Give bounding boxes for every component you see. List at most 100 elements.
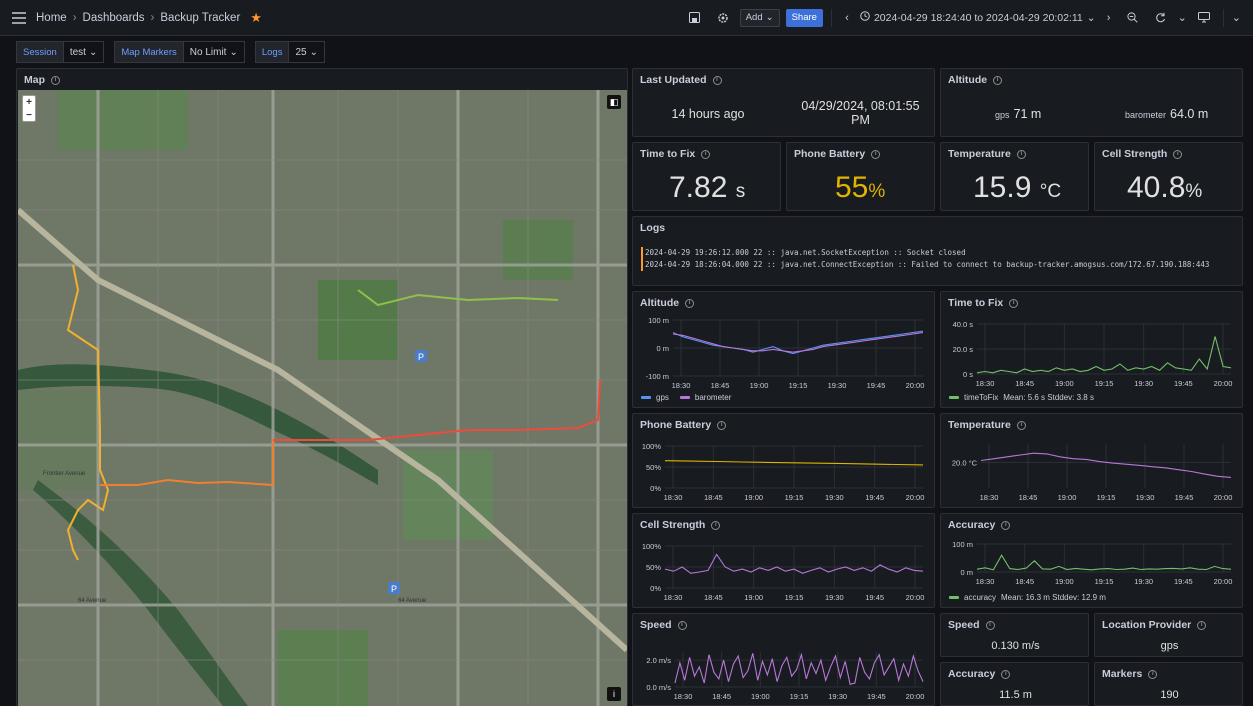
chevron-right-icon: › [72,11,77,24]
speed-chart[interactable]: 2.0 m/s 0.0 m/s18:30 18:45 19:00 19:15 19:30 1… [633,634,934,706]
chevron-down-icon: ⌄ [229,46,238,58]
map-canvas[interactable]: P P 64 Avenue 64 Avenue Frontier Avenue [18,90,627,706]
legend-label[interactable]: barometer [695,393,731,402]
info-icon[interactable]: i [1001,520,1011,530]
breadcrumb-home[interactable]: Home [36,12,67,24]
x-tick-label: 18:45 [1015,577,1034,586]
info-icon[interactable]: i [1173,149,1183,159]
accuracy-chart[interactable]: 100 m 0 m18:30 18:45 19:00 19:15 19:30 19:45 20… [941,536,1242,596]
phone-battery-chart[interactable]: 100% 50% 0%18:30 18:45 19:00 19:15 19:30 19:45 2… [633,436,934,508]
variable-select-map-markers[interactable]: No Limit ⌄ [183,41,245,63]
info-icon[interactable]: i [1009,298,1019,308]
share-button[interactable]: Share [785,8,823,27]
info-icon[interactable]: i [711,520,721,530]
info-icon[interactable]: i [677,620,687,630]
info-icon[interactable]: i [1197,620,1207,630]
info-icon[interactable]: i [985,620,995,630]
info-icon[interactable]: i [712,75,722,85]
x-tick-label: 18:30 [674,692,693,701]
panel-title-text: Phone Battery [794,148,866,160]
chevron-right-icon[interactable]: › [1102,7,1116,29]
save-icon[interactable] [684,7,706,29]
info-icon[interactable]: i [1016,420,1026,430]
info-icon[interactable]: i [1001,669,1011,679]
chevron-right-icon: › [150,11,155,24]
x-tick-label: 19:30 [828,692,847,701]
time-to-fix-chart[interactable]: 40.0 s 20.0 s 0 s18:30 18:45 19:00 19:15 19:30… [941,312,1242,394]
zoom-in-button[interactable]: + [26,96,32,109]
legend-swatch [949,396,959,399]
panel-title: Map i [24,74,60,86]
y-tick-label: 0 m [960,568,973,577]
panel-title: Accuracy i [948,519,1011,531]
variable-select-logs[interactable]: 25 ⌄ [289,41,325,63]
accuracy-chart-panel: Accuracy i 100 m 0 m 18:30 18:45 19:00 19:15 19… [940,513,1243,608]
zoom-out-button[interactable]: − [26,109,32,122]
time-range-picker[interactable]: 2024-04-29 18:24:40 to 2024-04-29 20:02:… [860,11,1096,24]
info-icon[interactable]: i [717,420,727,430]
menu-icon[interactable] [8,7,30,29]
zoom-out-icon[interactable] [1122,7,1144,29]
info-icon[interactable]: i [1016,149,1026,159]
x-tick-label: 19:30 [828,381,847,390]
log-line[interactable]: 2024-04-29 18:26:04.000 22 :: java.net.C… [641,259,1209,271]
refresh-icon[interactable] [1150,7,1172,29]
share-label: Share [791,12,817,23]
tv-mode-icon[interactable] [1193,7,1215,29]
cell-strength-chart[interactable]: 100% 50% 0%18:30 18:45 19:00 19:15 19:30 19:45 2… [633,536,934,608]
x-tick-label: 19:15 [1095,379,1114,388]
info-icon[interactable]: i [51,75,60,85]
y-tick-label: 100% [642,542,662,551]
info-icon[interactable]: i [701,149,711,159]
panel-title-text: Markers [1102,668,1143,680]
y-tick-label: 100 m [952,540,973,549]
x-tick-label: 19:30 [825,593,844,602]
legend-label[interactable]: timeToFix [964,393,998,402]
y-tick-label: 0% [650,584,661,593]
phone-battery-stat-panel: Phone Battery i 55% [786,142,935,211]
last-updated-absolute: 04/29/2024, 08:01:55 PM [801,99,920,127]
gear-icon[interactable] [712,7,734,29]
road-label: Frontier Avenue [43,471,86,477]
time-to-fix-stat-panel: Time to Fix i 7.82 s [632,142,781,211]
markers-value: 190 [1160,689,1179,701]
info-icon[interactable]: i [993,75,1003,85]
add-label: Add [745,12,763,23]
altitude-chart-panel: Altitude i 100 m0 m -100 m 18:30 18:45 19:00 1… [632,291,935,408]
speed-stat-panel: Speed i 0.130 m/s [940,613,1089,657]
chevron-down-icon[interactable]: ⌄ [1178,11,1187,24]
add-button[interactable]: Add ⌄ [739,8,780,27]
variable-label-map-markers: Map Markers [114,41,184,63]
panel-title-text: Cell Strength [1102,148,1168,160]
info-icon[interactable]: i [685,298,695,308]
map-zoom-control: + − [22,95,36,122]
breadcrumb-dashboards[interactable]: Dashboards [83,12,145,24]
legend-label[interactable]: gps [656,393,669,402]
x-tick-label: 19:15 [785,593,804,602]
temperature-chart-panel: Temperature i 20.0 °C 18:30 18:45 19:00 19:15… [940,413,1243,508]
panel-title: Phone Battery i [794,148,881,160]
variable-select-session[interactable]: test ⌄ [63,41,105,63]
log-line[interactable]: 2024-04-29 19:26:12.000 22 :: java.net.S… [641,247,1209,259]
legend-swatch [949,596,959,599]
info-icon[interactable]: i [871,149,881,159]
altitude-chart[interactable]: 100 m 0 m -100 m18:30 18:45 19:00 19:15 19:30 1… [633,312,934,394]
panel-title-text: Phone Battery [640,419,712,431]
x-tick-label: 18:45 [712,692,731,701]
legend-label[interactable]: accuracy [964,593,996,602]
panel-title: Location Provider i [1102,619,1207,631]
info-icon[interactable]: i [1148,669,1158,679]
panel-title-text: Altitude [948,74,988,86]
layers-icon[interactable]: ◧ [607,95,621,109]
map-info-button[interactable]: i [607,687,621,701]
cell-strength-stat-panel: Cell Strength i 40.8% [1094,142,1243,211]
stat-unit: % [1185,181,1203,202]
temperature-chart[interactable]: 20.0 °C 18:30 18:45 19:00 19:15 19:30 19:45 20:… [941,436,1242,508]
chevron-left-icon[interactable]: ‹ [840,7,854,29]
chevron-down-icon[interactable]: ⌄ [1232,11,1241,24]
y-tick-label: 50% [646,463,661,472]
x-tick-label: 20:00 [906,381,925,390]
star-icon[interactable]: ★ [250,10,262,26]
phone-battery-chart-panel: Phone Battery i 100% 50% 0% 18:30 18:45 19:00 1… [632,413,935,508]
x-tick-label: 19:00 [1058,493,1077,502]
